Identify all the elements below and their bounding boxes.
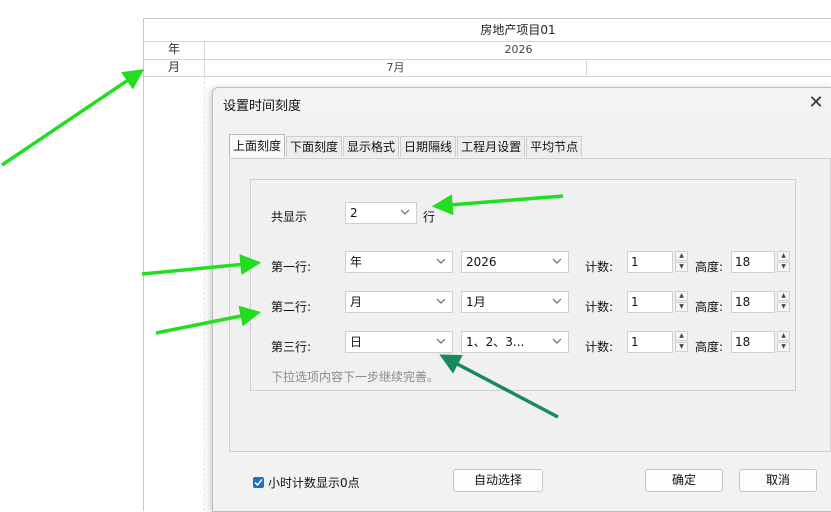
- chevron-down-icon: [435, 292, 447, 312]
- spin-up-icon[interactable]: ▲: [777, 291, 790, 301]
- row3-height-label: 高度:: [695, 340, 724, 354]
- row2-height-input[interactable]: 18: [731, 291, 775, 313]
- row3-height-spinner[interactable]: ▲ ▼: [777, 331, 791, 353]
- tab-date-gridlines[interactable]: 日期隔线: [400, 136, 457, 157]
- tab-average-nodes[interactable]: 平均节点: [526, 136, 583, 157]
- spin-down-icon[interactable]: ▼: [777, 302, 790, 312]
- chevron-down-icon: [551, 292, 563, 312]
- spin-up-icon[interactable]: ▲: [675, 251, 688, 261]
- gantt-year-row: 年 2026: [144, 41, 831, 60]
- row2-count-spinner[interactable]: ▲ ▼: [675, 291, 689, 313]
- gantt-grid-line: [204, 76, 205, 511]
- row3-height-input[interactable]: 18: [731, 331, 775, 353]
- row3-format-value: 1、2、3...: [466, 335, 525, 349]
- row2-unit-select[interactable]: 月: [345, 291, 453, 313]
- dialog-titlebar: 设置时间刻度 ✕: [213, 88, 831, 118]
- row1-count-input[interactable]: 1: [627, 251, 673, 273]
- row1-label: 第一行:: [271, 260, 312, 274]
- tab-project-month[interactable]: 工程月设置: [457, 136, 526, 157]
- gantt-title-row: 房地产项目01: [144, 19, 831, 42]
- row1-height-label: 高度:: [695, 260, 724, 274]
- total-rows-label: 共显示: [271, 210, 308, 224]
- cancel-button[interactable]: 取消: [739, 469, 817, 492]
- row3-unit-value: 日: [350, 335, 363, 349]
- tab-display-format[interactable]: 显示格式: [343, 136, 400, 157]
- year-cell: 2026: [504, 43, 533, 56]
- row2-height-label: 高度:: [695, 300, 724, 314]
- spin-down-icon[interactable]: ▼: [777, 262, 790, 272]
- spin-down-icon[interactable]: ▼: [777, 342, 790, 352]
- chevron-down-icon: [551, 252, 563, 272]
- row1-count-spinner[interactable]: ▲ ▼: [675, 251, 689, 273]
- time-scale-dialog: 设置时间刻度 ✕ 上面刻度 下面刻度 显示格式 日期隔线 工程月设置 平均节点 …: [212, 87, 831, 512]
- row3-count-input[interactable]: 1: [627, 331, 673, 353]
- project-title: 房地产项目01: [480, 23, 556, 37]
- spin-down-icon[interactable]: ▼: [675, 342, 688, 352]
- month-cell: 7月: [205, 59, 587, 76]
- row2-count-label: 计数:: [585, 300, 614, 314]
- row3-format-select[interactable]: 1、2、3...: [461, 331, 569, 353]
- chevron-down-icon: [435, 252, 447, 272]
- total-rows-value: 2: [350, 206, 358, 220]
- row3-count-spinner[interactable]: ▲ ▼: [675, 331, 689, 353]
- spin-up-icon[interactable]: ▲: [675, 331, 688, 341]
- hour-zero-label: 小时计数显示0点: [268, 476, 360, 490]
- row1-unit-select[interactable]: 年: [345, 251, 453, 273]
- arrow-to-month-label: [1, 69, 145, 167]
- spin-down-icon[interactable]: ▼: [675, 262, 688, 272]
- auto-select-button[interactable]: 自动选择: [453, 469, 543, 492]
- total-rows-suffix: 行: [423, 210, 436, 224]
- row1-unit-value: 年: [350, 255, 363, 269]
- hour-zero-checkbox[interactable]: 小时计数显示0点: [253, 474, 360, 491]
- hint-text: 下拉选项内容下一步继续完善。: [271, 370, 440, 384]
- row2-unit-value: 月: [350, 295, 363, 309]
- row2-format-value: 1月: [466, 295, 486, 309]
- checkbox-checked-icon[interactable]: [253, 477, 264, 488]
- year-row-label: 年: [144, 41, 205, 59]
- month-row-label: 月: [144, 59, 205, 76]
- row2-count-input[interactable]: 1: [627, 291, 673, 313]
- row3-unit-select[interactable]: 日: [345, 331, 453, 353]
- row1-format-select[interactable]: 2026: [461, 251, 569, 273]
- spin-up-icon[interactable]: ▲: [675, 291, 688, 301]
- spin-up-icon[interactable]: ▲: [777, 331, 790, 341]
- row3-count-label: 计数:: [585, 340, 614, 354]
- row2-height-spinner[interactable]: ▲ ▼: [777, 291, 791, 313]
- scale-settings-group: 共显示 2 行 第一行: 年 2026 计数: 1 ▲ ▼ 高度: 18 ▲ ▼…: [250, 179, 796, 391]
- chevron-down-icon: [399, 203, 411, 223]
- gantt-month-row: 月 7月: [144, 59, 831, 77]
- row3-label: 第三行:: [271, 340, 312, 354]
- row1-height-input[interactable]: 18: [731, 251, 775, 273]
- tab-lower-scale[interactable]: 下面刻度: [286, 136, 343, 157]
- spin-up-icon[interactable]: ▲: [777, 251, 790, 261]
- row1-count-label: 计数:: [585, 260, 614, 274]
- dialog-title: 设置时间刻度: [223, 99, 302, 114]
- tab-upper-scale[interactable]: 上面刻度: [229, 134, 286, 157]
- row1-format-value: 2026: [466, 255, 497, 269]
- spin-down-icon[interactable]: ▼: [675, 302, 688, 312]
- tab-panel: 共显示 2 行 第一行: 年 2026 计数: 1 ▲ ▼ 高度: 18 ▲ ▼…: [229, 158, 831, 452]
- tab-bar: 上面刻度 下面刻度 显示格式 日期隔线 工程月设置 平均节点: [229, 134, 583, 158]
- row2-format-select[interactable]: 1月: [461, 291, 569, 313]
- row2-label: 第二行:: [271, 300, 312, 314]
- close-icon[interactable]: ✕: [806, 93, 826, 113]
- ok-button[interactable]: 确定: [645, 469, 723, 492]
- total-rows-select[interactable]: 2: [345, 202, 417, 224]
- chevron-down-icon: [435, 332, 447, 352]
- row1-height-spinner[interactable]: ▲ ▼: [777, 251, 791, 273]
- chevron-down-icon: [551, 332, 563, 352]
